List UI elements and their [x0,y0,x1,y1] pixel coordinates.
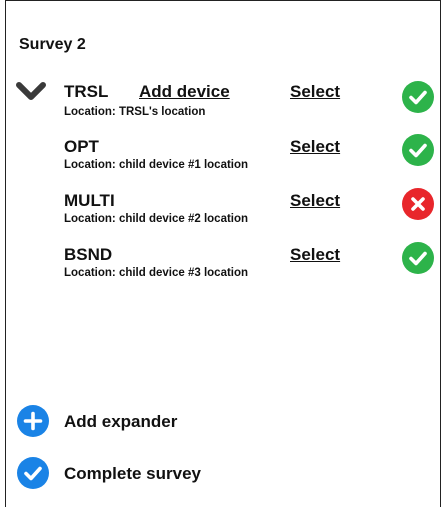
device-location-trsl: Location: TRSL's location [64,106,206,118]
complete-survey-label[interactable]: Complete survey [64,464,201,484]
device-name-multi: MULTI [64,191,115,210]
device-location-multi: Location: child device #2 location [64,213,249,225]
select-link-trsl[interactable]: Select [290,82,340,102]
select-link-multi[interactable]: Select [290,191,340,211]
device-location-opt: Location: child device #1 location [64,159,249,171]
device-name-opt: OPT [64,137,99,156]
add-device-link[interactable]: Add device [139,82,230,102]
check-icon [24,466,42,481]
select-link-bsnd[interactable]: Select [290,245,340,265]
status-ok-icon [402,134,434,166]
chevron-down-icon[interactable] [16,81,46,103]
add-expander-button[interactable] [17,405,49,437]
add-expander-label[interactable]: Add expander [64,412,177,432]
device-location-bsnd: Location: child device #3 location [64,267,249,279]
plus-icon [23,411,43,431]
complete-survey-button[interactable] [17,457,49,489]
device-name-trsl: TRSL [64,82,109,101]
select-link-opt[interactable]: Select [290,137,340,157]
status-ok-icon [402,242,434,274]
status-ok-icon [402,81,434,113]
status-error-icon [402,188,434,220]
survey-title: Survey 2 [19,36,86,53]
device-name-bsnd: BSND [64,245,113,264]
